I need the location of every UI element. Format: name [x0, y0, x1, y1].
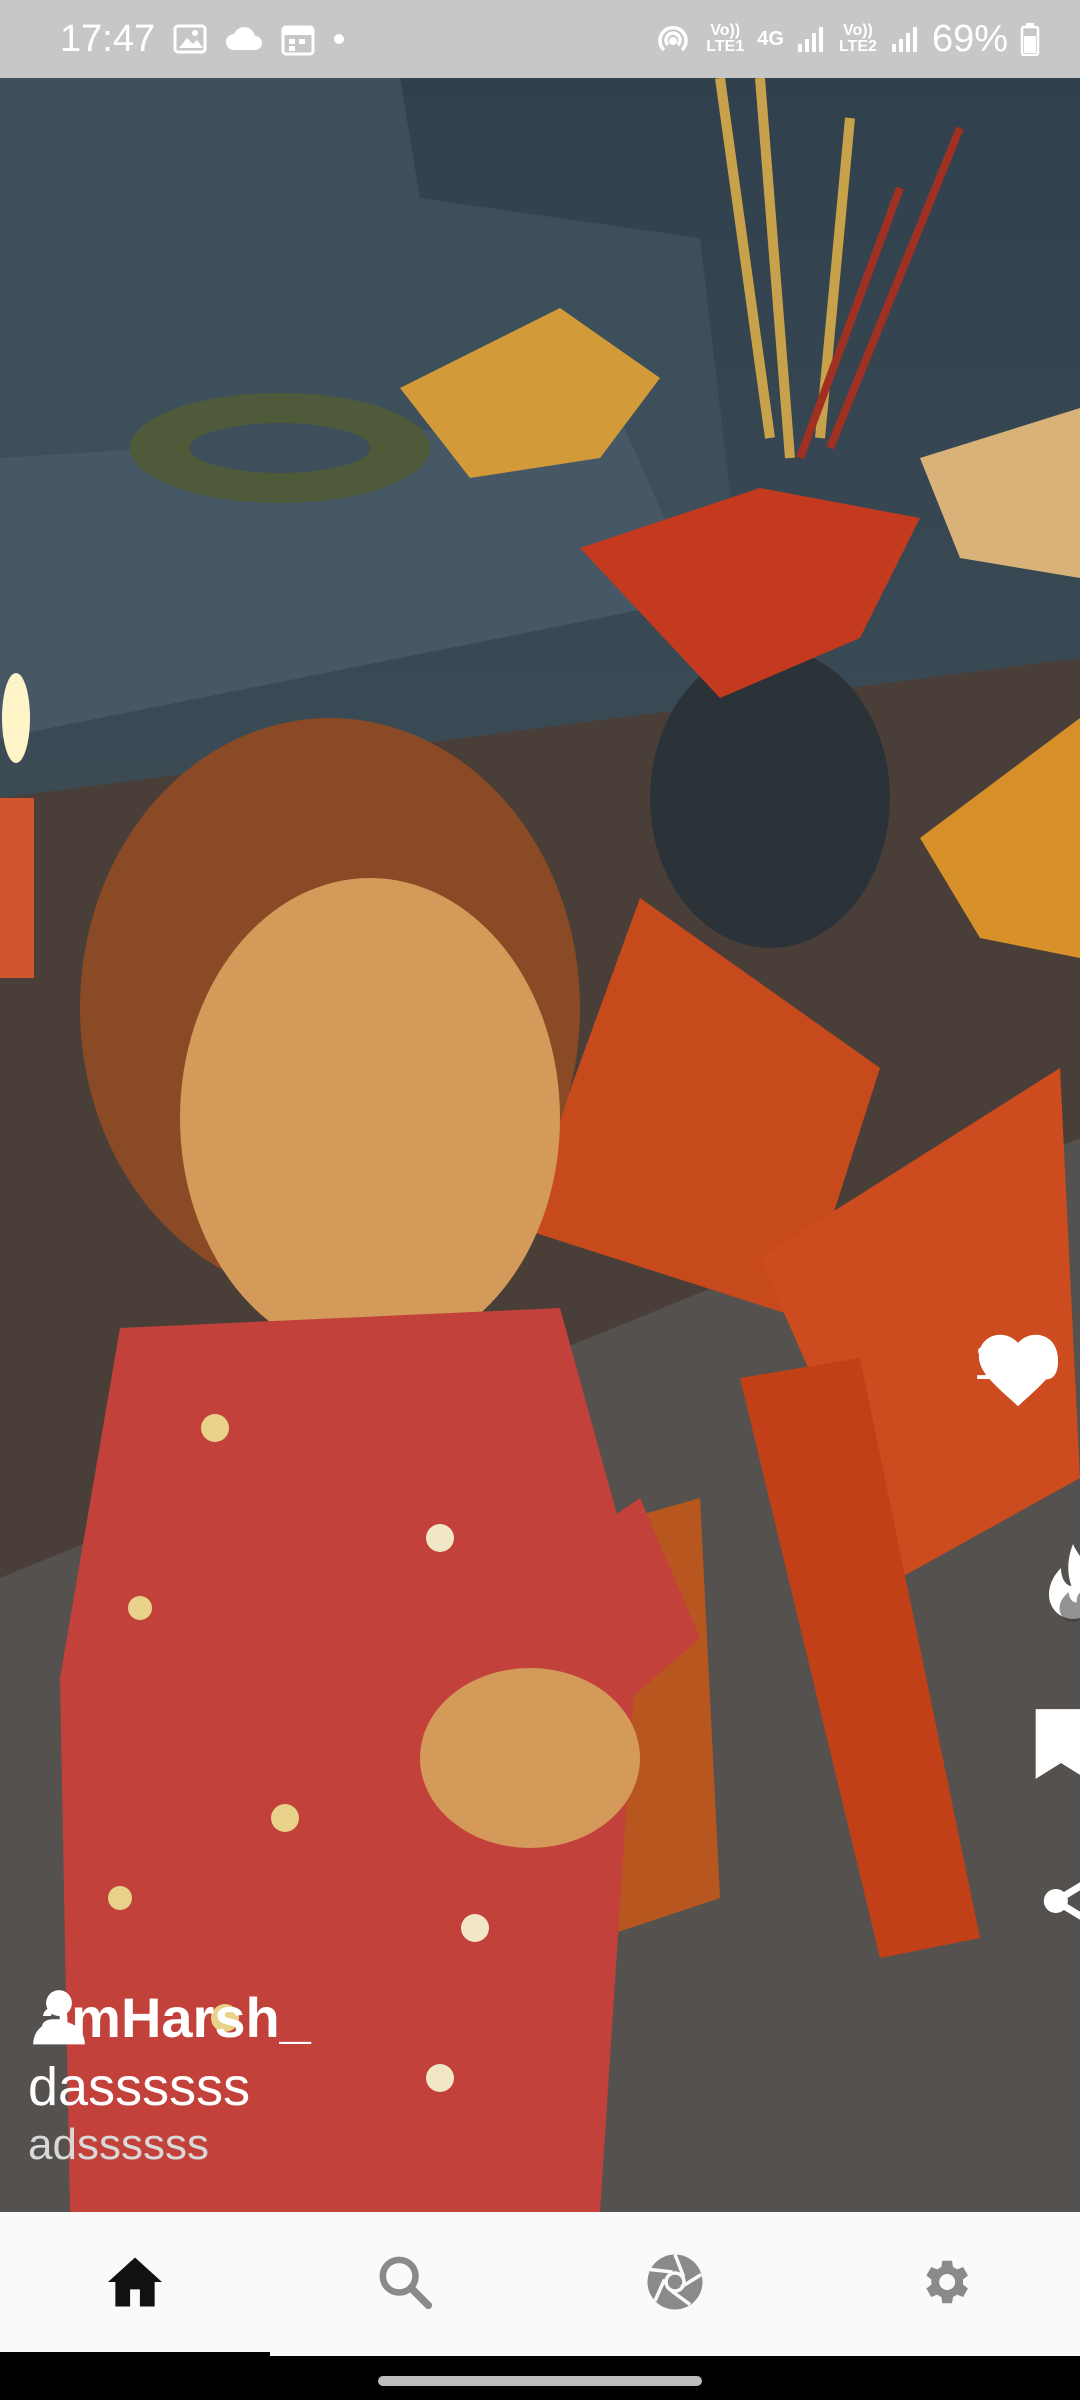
like-button[interactable]: 100: [973, 1328, 1060, 1407]
network-type: 4G: [757, 28, 784, 50]
nav-settings[interactable]: [875, 2224, 1015, 2344]
settings-icon: [916, 2253, 974, 2316]
notification-dot-icon: [333, 33, 345, 45]
cloud-icon: [225, 26, 263, 52]
volte2-indicator: Vo)) LTE2: [838, 22, 877, 55]
status-time: 17:47: [60, 17, 156, 60]
battery-percent: 69%: [931, 17, 1008, 60]
hotspot-icon: [653, 19, 693, 59]
nav-home[interactable]: [65, 2224, 205, 2344]
calendar-icon: [281, 22, 315, 56]
status-bar: 17:47 Vo)) LTE1 4G Vo)) LTE2 69%: [0, 0, 1080, 78]
search-icon: [377, 2254, 433, 2315]
video-info: amHarsh_ dassssss adssssss: [28, 1985, 311, 2170]
battery-icon: [1020, 22, 1040, 56]
camera-aperture-icon: [645, 2252, 705, 2317]
gallery-icon: [173, 24, 207, 54]
signal-2-icon: [890, 24, 920, 54]
nav-search[interactable]: [335, 2224, 475, 2344]
volte1-indicator: Vo)) LTE1: [706, 22, 745, 55]
bottom-navigation: [0, 2212, 1080, 2356]
video-player[interactable]: 100 amHarsh_ dassssss: [0, 78, 1080, 2212]
home-icon: [105, 2255, 165, 2314]
video-frame: [0, 78, 1080, 2212]
video-description: adssssss: [28, 2120, 209, 2169]
screen: 17:47 Vo)) LTE1 4G Vo)) LTE2 69% amHarsh…: [0, 0, 1080, 2400]
gesture-handle[interactable]: [378, 2376, 702, 2386]
nav-camera[interactable]: [605, 2224, 745, 2344]
signal-1-icon: [796, 24, 826, 54]
author-row[interactable]: amHarsh_: [28, 1985, 311, 2050]
video-title: dassssss: [28, 2057, 251, 2117]
